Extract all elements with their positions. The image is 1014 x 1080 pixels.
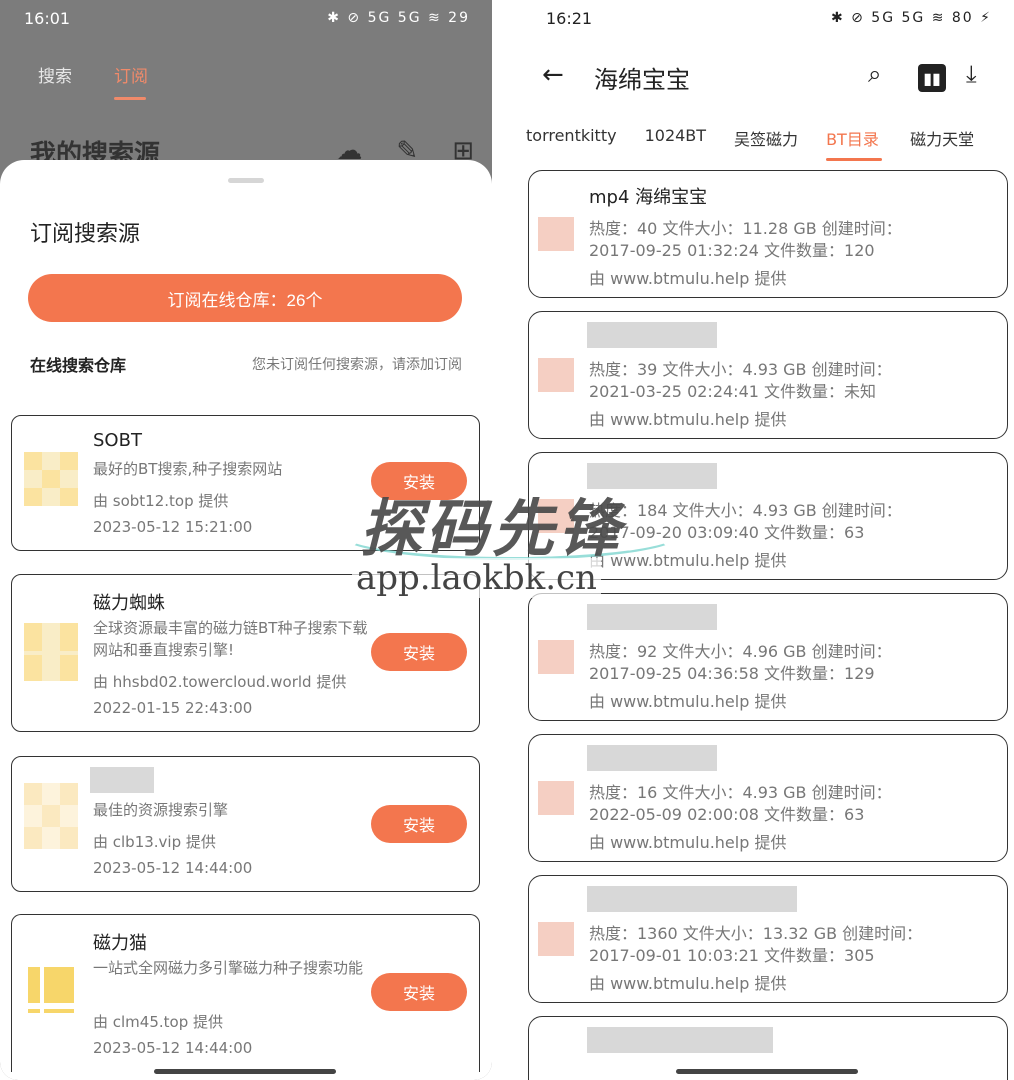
search-icon[interactable]: ⌕ [868, 60, 881, 88]
source-name: 磁力蜘蛛 [93, 593, 165, 614]
source-logo-icon [28, 967, 74, 1013]
result-card[interactable]: 热度：39 文件大小：4.93 GB 创建时间： 2021-03-25 02:2… [528, 311, 1008, 439]
source-date: 2023-05-12 14:44:00 [93, 1039, 253, 1057]
status-bar: 16:01 ✱ ⊘ 5G 5G ≋ 29 [0, 0, 492, 36]
result-card[interactable]: 热度：16 文件大小：4.93 GB 创建时间： 2022-05-09 02:0… [528, 734, 1008, 862]
result-meta: 2021-03-25 02:24:41 文件数量：未知 [589, 382, 877, 401]
result-stats: 热度：92 文件大小：4.96 GB 创建时间： [589, 642, 892, 661]
status-bar: 16:21 ✱ ⊘ 5G 5G ≋ 80 ⚡ [522, 0, 1014, 36]
blurred-source-name [90, 767, 154, 793]
watermark-url: app.laokbk.cn [352, 558, 601, 598]
download-icon[interactable]: ⤓ [966, 60, 977, 88]
result-card[interactable]: mp4 海绵宝宝 热度：40 文件大小：11.28 GB 创建时间： 2017-… [528, 170, 1008, 298]
source-logo-icon [24, 783, 78, 849]
source-provider: 由 hhsbd02.towercloud.world 提供 [93, 673, 347, 691]
source-name: 磁力猫 [93, 933, 147, 954]
source-logo-icon [24, 623, 78, 681]
blurred-result-name [587, 1027, 773, 1053]
tab-torrentkitty[interactable]: torrentkitty [526, 126, 617, 166]
install-button[interactable]: 安装 [371, 805, 467, 843]
home-indicator[interactable] [154, 1069, 336, 1074]
app-bar: ← 海绵宝宝 ⌕ ▮▮ ⤓ [522, 52, 1014, 100]
source-logo-icon [24, 452, 78, 506]
screenshot-stage: 16:01 ✱ ⊘ 5G 5G ≋ 29 搜索 订阅 我的搜索源 ☁ ✎ ⊞ 订… [0, 0, 1014, 1080]
result-source: 由 www.btmulu.help 提供 [589, 410, 787, 429]
result-source: 由 www.btmulu.help 提供 [589, 692, 787, 711]
install-button[interactable]: 安装 [371, 633, 467, 671]
result-source: 由 www.btmulu.help 提供 [589, 974, 787, 993]
result-stats: 热度：40 文件大小：11.28 GB 创建时间： [589, 219, 902, 238]
source-provider: 由 sobt12.top 提供 [93, 492, 229, 510]
blurred-result-name [587, 886, 797, 912]
watermark-logo: 探码先锋 [360, 492, 625, 565]
status-icons: ✱ ⊘ 5G 5G ≋ 80 ⚡ [830, 10, 992, 26]
result-thumbnail [538, 217, 574, 251]
back-arrow-icon[interactable]: ← [542, 60, 564, 90]
source-provider: 由 clb13.vip 提供 [93, 833, 216, 851]
source-card[interactable]: 最佳的资源搜索引擎 由 clb13.vip 提供 2023-05-12 14:4… [11, 756, 480, 892]
tab-cili-tiantang[interactable]: 磁力天堂 [910, 126, 974, 166]
blurred-result-name [587, 604, 717, 630]
result-thumbnail [538, 358, 574, 392]
source-date: 2022-01-15 22:43:00 [93, 699, 253, 717]
result-meta: 2017-09-25 04:36:58 文件数量：129 [589, 664, 875, 683]
subscribe-bottom-sheet: 订阅搜索源 订阅在线仓库：26个 在线搜索仓库 您未订阅任何搜索源，请添加订阅 … [0, 160, 492, 1080]
source-description: 最佳的资源搜索引擎 [93, 801, 229, 819]
tab-bt-directory[interactable]: BT目录 [826, 126, 882, 166]
status-time: 16:01 [24, 8, 71, 28]
tab-1024bt[interactable]: 1024BT [645, 126, 706, 166]
background-tabs: 搜索 订阅 [38, 62, 148, 100]
result-stats: 热度：39 文件大小：4.93 GB 创建时间： [589, 360, 892, 379]
result-card[interactable]: 热度：92 文件大小：4.96 GB 创建时间： 2017-09-25 04:3… [528, 593, 1008, 721]
result-thumbnail [538, 922, 574, 956]
search-query-title: 海绵宝宝 [594, 66, 690, 94]
sheet-drag-handle[interactable] [228, 178, 264, 183]
blurred-result-name [587, 745, 717, 771]
source-description: 一站式全网磁力多引擎磁力种子搜索功能 [93, 959, 364, 977]
tab-subscribe[interactable]: 订阅 [114, 62, 148, 100]
section-label: 在线搜索仓库 [30, 356, 127, 375]
source-card[interactable]: 磁力猫 一站式全网磁力多引擎磁力种子搜索功能 由 clm45.top 提供 20… [11, 914, 480, 1072]
result-meta: 2017-09-25 01:32:24 文件数量：120 [589, 241, 875, 260]
result-meta: 2017-09-01 10:03:21 文件数量：305 [589, 946, 875, 965]
source-tabs: torrentkitty 1024BT 吴签磁力 BT目录 磁力天堂 [522, 126, 1014, 166]
source-date: 2023-05-12 14:44:00 [93, 859, 253, 877]
sheet-title: 订阅搜索源 [30, 222, 141, 247]
source-provider: 由 clm45.top 提供 [93, 1013, 223, 1031]
blurred-result-name [587, 322, 717, 348]
result-thumbnail [538, 781, 574, 815]
home-indicator[interactable] [676, 1069, 858, 1074]
source-description: 最好的BT搜索,种子搜索网站 [93, 460, 283, 478]
source-name: SOBT [93, 430, 142, 451]
source-date: 2023-05-12 15:21:00 [93, 518, 253, 536]
tab-search[interactable]: 搜索 [38, 62, 72, 100]
result-source: 由 www.btmulu.help 提供 [589, 833, 787, 852]
status-time: 16:21 [546, 8, 593, 28]
status-icons: ✱ ⊘ 5G 5G ≋ 29 [327, 10, 470, 26]
chart-icon[interactable]: ▮▮ [918, 64, 946, 92]
tab-wuqian[interactable]: 吴签磁力 [734, 126, 798, 166]
result-stats: 热度：1360 文件大小：13.32 GB 创建时间： [589, 924, 923, 943]
result-name: mp4 海绵宝宝 [589, 187, 708, 208]
result-source: 由 www.btmulu.help 提供 [589, 269, 787, 288]
subscribe-online-repo-button[interactable]: 订阅在线仓库：26个 [28, 274, 462, 322]
section-hint: 您未订阅任何搜索源，请添加订阅 [252, 357, 462, 373]
result-meta: 2022-05-09 02:00:08 文件数量：63 [589, 805, 865, 824]
result-card[interactable]: 热度：1360 文件大小：13.32 GB 创建时间： 2017-09-01 1… [528, 875, 1008, 1003]
result-stats: 热度：16 文件大小：4.93 GB 创建时间： [589, 783, 892, 802]
source-description: 全球资源最丰富的磁力链BT种子搜索下载网站和垂直搜索引擎! [93, 619, 368, 659]
result-thumbnail [538, 640, 574, 674]
install-button[interactable]: 安装 [371, 973, 467, 1011]
